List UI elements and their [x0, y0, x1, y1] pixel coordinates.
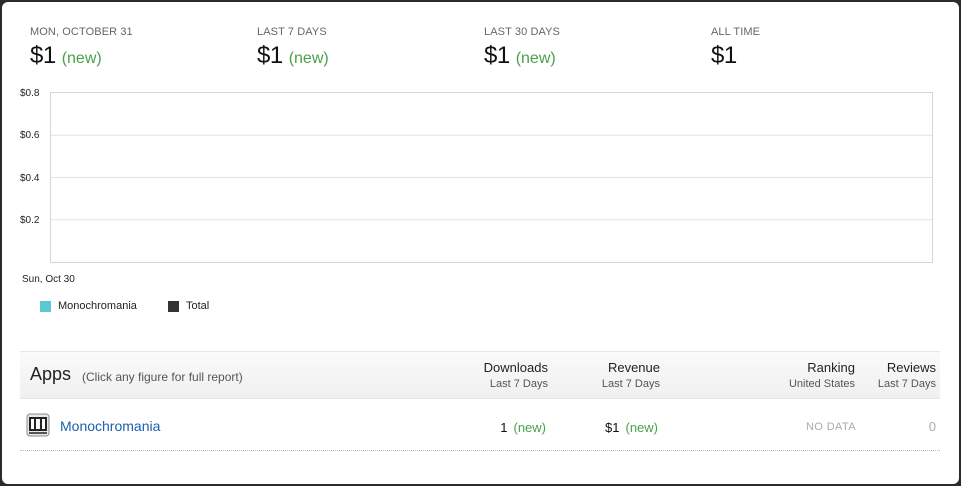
column-subtitle: United States — [788, 378, 855, 390]
revenue-value: $1 — [605, 420, 620, 435]
apps-subtitle: (Click any figure for full report) — [82, 370, 243, 384]
stat-new-badge: (new) — [288, 50, 329, 67]
app-name-link[interactable]: Monochromania — [60, 418, 160, 434]
dashboard-panel: MON, OCTOBER 31 $1 (new) LAST 7 DAYS $1 (n… — [2, 2, 959, 484]
legend-swatch — [168, 300, 179, 312]
y-tick-label: $0.4 — [20, 173, 40, 184]
stat-new-badge: (new) — [61, 50, 102, 67]
downloads-value: 1 — [500, 420, 508, 435]
column-subtitle: Last 7 Days — [877, 378, 936, 390]
column-header-ranking[interactable]: Ranking United States — [789, 360, 855, 390]
y-tick-label: $0.6 — [20, 130, 40, 141]
legend-label: Total — [186, 300, 210, 312]
stat-last-30-days[interactable]: LAST 30 DAYS $1 (new) — [484, 26, 560, 70]
apps-title: Apps — [30, 364, 72, 384]
stat-label: MON, OCTOBER 31 — [30, 26, 133, 38]
column-title: Reviews — [886, 360, 936, 375]
column-title: Revenue — [607, 360, 660, 375]
revenue-chart: $0.8 $0.6 $0.4 $0.2 Sun, Oct 30 — [2, 84, 959, 285]
column-subtitle: Last 7 Days — [489, 378, 548, 390]
stat-new-badge: (new) — [515, 50, 556, 67]
column-header-revenue[interactable]: Revenue Last 7 Days — [602, 360, 660, 390]
revenue-new-badge: (new) — [625, 420, 658, 435]
stat-label: LAST 7 DAYS — [257, 26, 327, 38]
ranking-cell[interactable]: NO DATA — [806, 421, 856, 433]
stat-label: ALL TIME — [711, 26, 761, 38]
apps-table-header: Apps (Click any figure for full report) … — [20, 351, 940, 399]
downloads-new-badge: (new) — [513, 420, 546, 435]
legend-item-total[interactable]: Total — [168, 300, 209, 312]
stat-all-time[interactable]: ALL TIME $1 — [711, 26, 760, 70]
reviews-cell[interactable]: 0 — [929, 419, 936, 434]
stat-last-7-days[interactable]: LAST 7 DAYS $1 (new) — [257, 26, 329, 70]
downloads-cell[interactable]: 1 (new) — [500, 420, 546, 435]
x-tick-label: Sun, Oct 30 — [22, 274, 75, 285]
y-tick-label: $0.2 — [20, 215, 40, 226]
chart-grid — [51, 134, 932, 221]
stat-value: $1 — [711, 42, 737, 69]
legend-label: Monochromania — [58, 300, 137, 312]
column-subtitle: Last 7 Days — [601, 378, 660, 390]
column-header-reviews[interactable]: Reviews Last 7 Days — [878, 360, 936, 390]
table-row: Monochromania 1 (new) $1 (new) NO DATA 0 — [20, 398, 940, 451]
legend-swatch — [40, 300, 51, 312]
revenue-cell[interactable]: $1 (new) — [605, 420, 658, 435]
stat-today[interactable]: MON, OCTOBER 31 $1 (new) — [30, 26, 133, 70]
legend-item-monochromania[interactable]: Monochromania — [40, 300, 137, 312]
column-title: Ranking — [807, 360, 855, 375]
stat-value: $1 — [484, 42, 510, 69]
column-header-downloads[interactable]: Downloads Last 7 Days — [484, 360, 548, 390]
app-icon[interactable] — [26, 413, 50, 437]
chart-plot-area — [50, 92, 933, 263]
column-title: Downloads — [483, 360, 548, 375]
stat-value: $1 — [30, 42, 56, 69]
y-tick-label: $0.8 — [20, 88, 40, 99]
stat-value: $1 — [257, 42, 283, 69]
stat-label: LAST 30 DAYS — [484, 26, 560, 38]
